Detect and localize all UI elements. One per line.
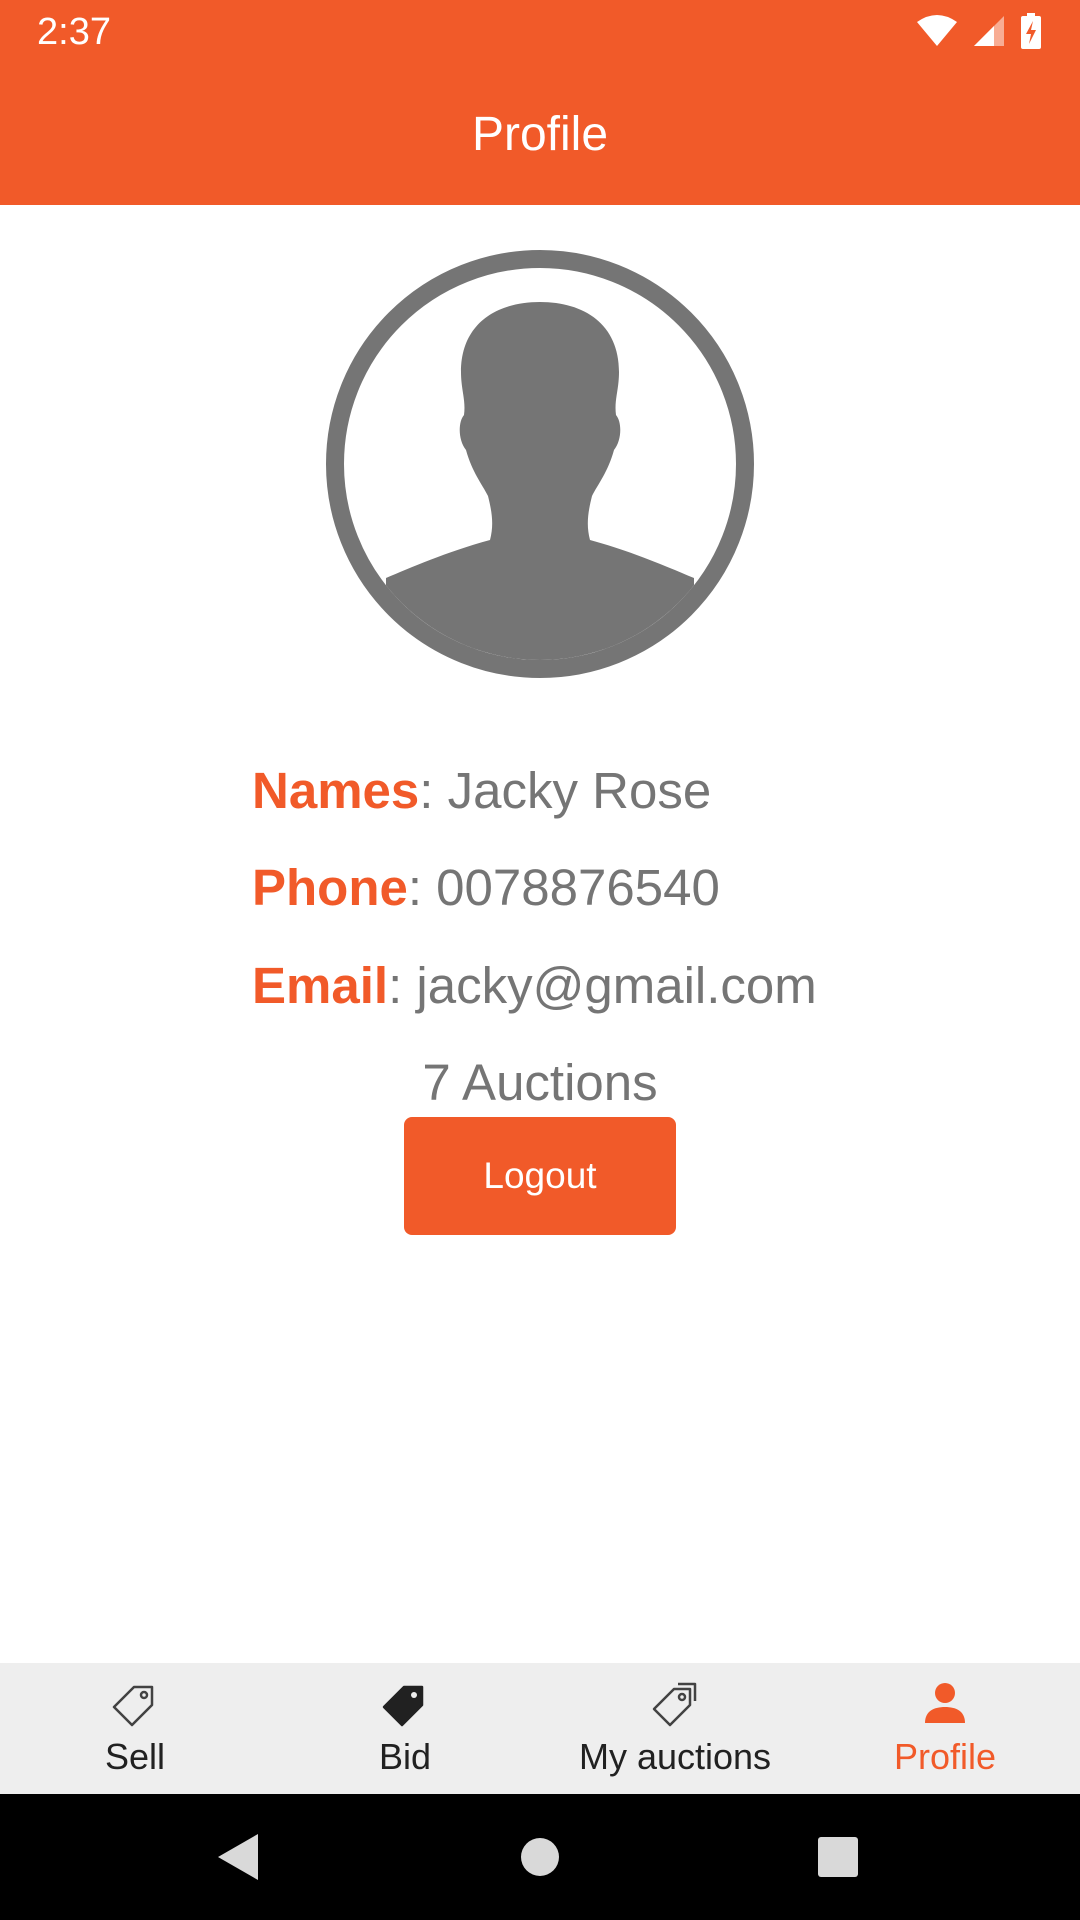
name-value: : Jacky Rose bbox=[419, 762, 712, 819]
phone-label: Phone bbox=[252, 859, 408, 916]
status-time: 2:37 bbox=[37, 11, 111, 53]
phone-value: : 0078876540 bbox=[407, 859, 720, 916]
nav-item-profile[interactable]: Profile bbox=[810, 1663, 1080, 1794]
wifi-icon bbox=[917, 15, 957, 46]
person-icon bbox=[925, 1683, 965, 1723]
nav-item-bid[interactable]: Bid bbox=[270, 1663, 540, 1794]
email-value: : jacky@gmail.com bbox=[388, 957, 817, 1014]
nav-label-bid: Bid bbox=[378, 1736, 432, 1777]
bottom-navigation: Sell Bid My auctions Profile bbox=[0, 1663, 1080, 1794]
tag-outline-icon bbox=[112, 1685, 154, 1727]
email-label: Email bbox=[252, 957, 389, 1014]
nav-item-sell[interactable]: Sell bbox=[0, 1663, 270, 1794]
battery-charging-icon bbox=[1021, 13, 1041, 49]
status-icons bbox=[916, 13, 1042, 49]
auctions-count: 7 Auctions bbox=[422, 1054, 658, 1111]
tags-outline-icon bbox=[652, 1682, 697, 1727]
name-row: Names: Jacky Rose bbox=[252, 761, 711, 821]
logout-button[interactable]: Logout bbox=[404, 1117, 676, 1235]
name-label: Names bbox=[252, 762, 420, 819]
app-bar: Profile bbox=[0, 63, 1080, 205]
nav-item-my-auctions[interactable]: My auctions bbox=[540, 1663, 810, 1794]
nav-label-sell: Sell bbox=[104, 1736, 166, 1777]
phone-row: Phone: 0078876540 bbox=[252, 858, 720, 918]
person-silhouette-icon bbox=[326, 250, 754, 678]
recents-icon[interactable] bbox=[775, 1794, 901, 1920]
tag-filled-icon bbox=[382, 1685, 424, 1727]
email-row: Email: jacky@gmail.com bbox=[252, 956, 817, 1016]
home-icon[interactable] bbox=[477, 1794, 603, 1920]
nav-label-my-auctions: My auctions bbox=[578, 1736, 772, 1777]
system-navigation-bar bbox=[0, 1794, 1080, 1920]
back-icon[interactable] bbox=[176, 1794, 302, 1920]
page-title: Profile bbox=[471, 108, 609, 161]
nav-label-profile: Profile bbox=[893, 1736, 997, 1777]
cell-signal-icon bbox=[974, 16, 1004, 46]
status-bar: 2:37 bbox=[0, 0, 1080, 63]
